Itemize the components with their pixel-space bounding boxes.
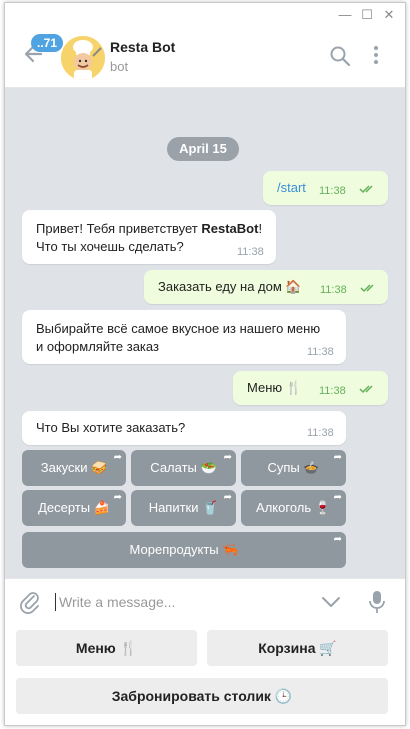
message-incoming[interactable]: Привет! Тебя приветствует RestaBot! Что …	[22, 210, 276, 264]
close-button[interactable]: ✕	[381, 7, 397, 23]
message-incoming[interactable]: Что Вы хотите заказать? 11:38	[22, 411, 346, 445]
inline-button-salads[interactable]: Салаты 🥗 ➦	[131, 450, 236, 486]
greeting-text: Привет! Тебя приветствует	[36, 221, 202, 236]
reply-button-reserve-table[interactable]: Забронировать столик 🕒	[16, 678, 388, 714]
read-checkmarks-icon	[359, 385, 373, 394]
message-text: Меню 🍴	[247, 380, 302, 395]
chef-icon	[61, 36, 105, 80]
reply-keyboard: Меню 🍴 Корзина 🛒 Забронировать столик 🕒	[5, 624, 405, 725]
reply-button-menu[interactable]: Меню 🍴	[16, 630, 197, 666]
chat-header: ..71 Resta Bot bot	[5, 27, 405, 88]
inline-button-snacks[interactable]: Закуски 🥪 ➦	[22, 450, 126, 486]
share-arrow-icon: ➦	[113, 492, 122, 503]
read-checkmarks-icon	[360, 284, 374, 293]
share-arrow-icon: ➦	[223, 452, 232, 463]
share-arrow-icon: ➦	[333, 452, 342, 463]
search-icon[interactable]	[329, 45, 351, 67]
message-line: и оформляйте заказ	[36, 339, 159, 354]
paperclip-icon[interactable]	[19, 590, 41, 614]
message-line: Что ты хочешь сделать?	[36, 239, 184, 254]
greeting-punctuation: !	[258, 221, 263, 236]
share-arrow-icon: ➦	[333, 492, 342, 503]
bot-brand-name: RestaBot	[201, 221, 259, 236]
inline-button-label: Алкоголь 🍷	[256, 500, 331, 515]
unread-count: 71	[43, 36, 58, 50]
message-outgoing[interactable]: Меню 🍴 11:38	[233, 371, 388, 405]
share-arrow-icon: ➦	[333, 534, 342, 545]
inline-button-label: Морепродукты 🦐	[129, 542, 239, 557]
bot-name[interactable]: Resta Bot	[110, 39, 175, 55]
inline-button-soups[interactable]: Супы 🍲 ➦	[241, 450, 346, 486]
inline-button-label: Супы 🍲	[267, 460, 320, 475]
message-composer	[5, 578, 405, 625]
minimize-button[interactable]: —	[337, 7, 353, 23]
share-arrow-icon: ➦	[113, 452, 122, 463]
message-time: 11:38	[307, 427, 334, 439]
inline-button-alcohol[interactable]: Алкоголь 🍷 ➦	[241, 490, 346, 526]
microphone-icon[interactable]	[369, 590, 385, 614]
reply-button-cart[interactable]: Корзина 🛒	[207, 630, 388, 666]
message-line: Привет! Тебя приветствует RestaBot!	[36, 219, 262, 238]
message-time: 11:38	[307, 346, 334, 358]
maximize-button[interactable]: ☐	[359, 7, 375, 23]
bot-status: bot	[110, 59, 129, 74]
message-line: Выбирайте всё самое вкусное из нашего ме…	[36, 321, 321, 336]
message-outgoing[interactable]: Заказать еду на дом 🏠 11:38	[144, 270, 388, 304]
message-text: Что Вы хотите заказать?	[36, 420, 186, 435]
message-text[interactable]: /start	[277, 178, 306, 197]
share-arrow-icon: ➦	[223, 492, 232, 503]
inline-button-label: Закуски 🥪	[40, 460, 108, 475]
read-checkmarks-icon	[359, 185, 373, 194]
chevron-down-icon[interactable]	[321, 595, 341, 609]
inline-button-label: Напитки 🥤	[148, 500, 219, 515]
date-separator: April 15	[167, 137, 239, 161]
message-time: 11:38	[319, 185, 346, 197]
message-outgoing[interactable]: /start 11:38	[263, 171, 388, 205]
inline-button-seafood[interactable]: Морепродукты 🦐 ➦	[22, 532, 346, 568]
message-incoming[interactable]: Выбирайте всё самое вкусное из нашего ме…	[22, 310, 346, 364]
message-input[interactable]	[55, 589, 305, 615]
title-bar: — ☐ ✕	[5, 3, 405, 27]
message-time: 11:38	[237, 246, 264, 258]
chat-area[interactable]: April 15 /start 11:38 Привет! Тебя приве…	[5, 88, 405, 578]
inline-button-label: Салаты 🥗	[150, 460, 217, 475]
inline-button-desserts[interactable]: Десерты 🍰 ➦	[22, 490, 126, 526]
telegram-window: — ☐ ✕ ..71 Resta Bot bot April 15 /start…	[4, 2, 406, 726]
unread-count-badge: ..71	[31, 34, 64, 52]
message-text: Заказать еду на дом 🏠	[158, 279, 302, 294]
inline-button-drinks[interactable]: Напитки 🥤 ➦	[131, 490, 236, 526]
bot-avatar[interactable]	[61, 36, 105, 80]
inline-button-label: Десерты 🍰	[38, 500, 110, 515]
message-time: 11:38	[320, 284, 347, 296]
message-time: 11:38	[319, 385, 346, 397]
more-options-icon[interactable]	[370, 43, 382, 67]
